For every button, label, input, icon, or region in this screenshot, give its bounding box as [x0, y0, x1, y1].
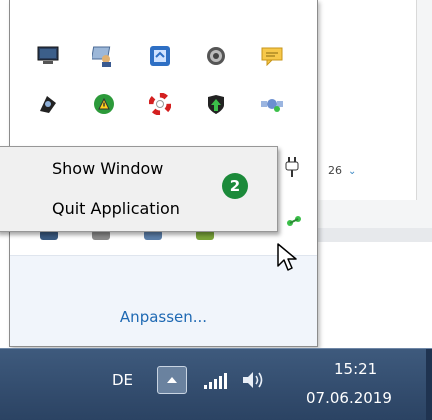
customize-link[interactable]: Anpassen... [10, 308, 317, 326]
clock-date[interactable]: 07.06.2019 [306, 389, 392, 407]
volume-icon[interactable] [241, 369, 267, 391]
update-warning-icon[interactable] [92, 92, 116, 116]
shield-up-icon[interactable] [204, 92, 228, 116]
chat-message-icon[interactable] [260, 44, 284, 68]
flyout-footer: Anpassen... [10, 255, 317, 346]
monitor-icon[interactable] [36, 44, 60, 68]
clock-time[interactable]: 15:21 [334, 360, 377, 378]
network-users-icon[interactable] [92, 44, 116, 68]
partial-label: 26 [328, 164, 342, 177]
show-hidden-icons-button[interactable] [157, 366, 187, 394]
background-partial-text: 26 ⌄ [328, 164, 356, 177]
chevron-down-icon[interactable]: ⌄ [348, 166, 356, 177]
spiral-icon[interactable] [204, 44, 228, 68]
signal-strength-icon[interactable] [204, 373, 230, 389]
menu-item-quit-application[interactable]: Quit Application [52, 199, 180, 218]
triangle-up-icon [167, 377, 177, 383]
show-desktop-edge[interactable] [426, 349, 432, 420]
lifebuoy-icon[interactable] [148, 92, 172, 116]
language-indicator[interactable]: DE [112, 371, 133, 389]
taskbar: DE 15:21 07.06.2019 [0, 348, 432, 420]
blue-app-icon[interactable] [148, 44, 172, 68]
background-window [316, 0, 432, 228]
menu-item-show-window[interactable]: Show Window [52, 159, 163, 178]
plug-icon[interactable] [280, 155, 304, 179]
green-app-icon[interactable] [282, 210, 306, 234]
mouse-cursor-icon [277, 243, 297, 271]
background-strip [316, 228, 432, 242]
tray-icon-grid [36, 44, 316, 140]
satellite-icon[interactable] [260, 92, 284, 116]
bluetooth-icon[interactable] [36, 92, 60, 116]
step-number-badge: 2 [222, 173, 248, 199]
